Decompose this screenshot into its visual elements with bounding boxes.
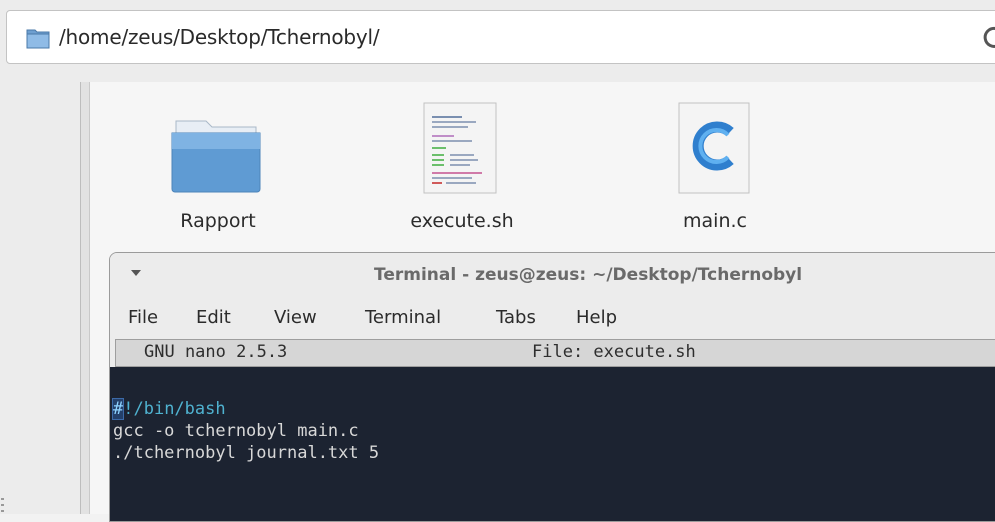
editor-line-3: ./tchernobyl journal.txt 5 [113, 443, 380, 463]
c-source-file-icon [678, 102, 750, 194]
folder-icon [171, 120, 261, 193]
menu-tabs[interactable]: Tabs [496, 307, 536, 328]
editor-line-1: #!/bin/bash [111, 398, 226, 420]
shell-script-file-icon [423, 102, 497, 194]
terminal-menubar: File Edit View Terminal Tabs Help [110, 301, 995, 337]
terminal-window[interactable]: Terminal - zeus@zeus: ~/Desktop/Tchernob… [109, 252, 995, 522]
file-item-label: execute.sh [410, 210, 514, 232]
menu-file[interactable]: File [128, 307, 158, 328]
resize-grip-icon[interactable] [1, 496, 5, 514]
terminal-title: Terminal - zeus@zeus: ~/Desktop/Tchernob… [374, 265, 803, 285]
reload-icon[interactable] [983, 25, 995, 49]
editor-line-2: gcc -o tchernobyl main.c [113, 421, 359, 441]
location-toolbar: /home/zeus/Desktop/Tchernobyl/ [0, 0, 995, 82]
window-menu-icon[interactable] [130, 267, 142, 279]
terminal-screen[interactable]: #!/bin/bash gcc -o tchernobyl main.c ./t… [110, 367, 995, 521]
menu-terminal[interactable]: Terminal [365, 307, 441, 328]
location-path[interactable]: /home/zeus/Desktop/Tchernobyl/ [59, 25, 380, 49]
text-cursor: # [111, 398, 125, 420]
nano-file-label: File: execute.sh [532, 342, 696, 362]
location-bar[interactable]: /home/zeus/Desktop/Tchernobyl/ [6, 10, 995, 64]
pane-splitter[interactable] [80, 82, 90, 514]
shebang-text: !/bin/bash [123, 399, 226, 419]
nano-title-bar: GNU nano 2.5.3 File: execute.sh [115, 339, 995, 367]
folder-icon [26, 29, 50, 49]
terminal-titlebar[interactable]: Terminal - zeus@zeus: ~/Desktop/Tchernob… [110, 253, 995, 297]
menu-edit[interactable]: Edit [196, 307, 231, 328]
menu-help[interactable]: Help [576, 307, 617, 328]
file-item-label: main.c [683, 210, 747, 232]
side-pane [0, 82, 80, 514]
menu-view[interactable]: View [274, 307, 317, 328]
nano-version: GNU nano 2.5.3 [144, 342, 288, 362]
file-item-label: Rapport [180, 210, 256, 232]
